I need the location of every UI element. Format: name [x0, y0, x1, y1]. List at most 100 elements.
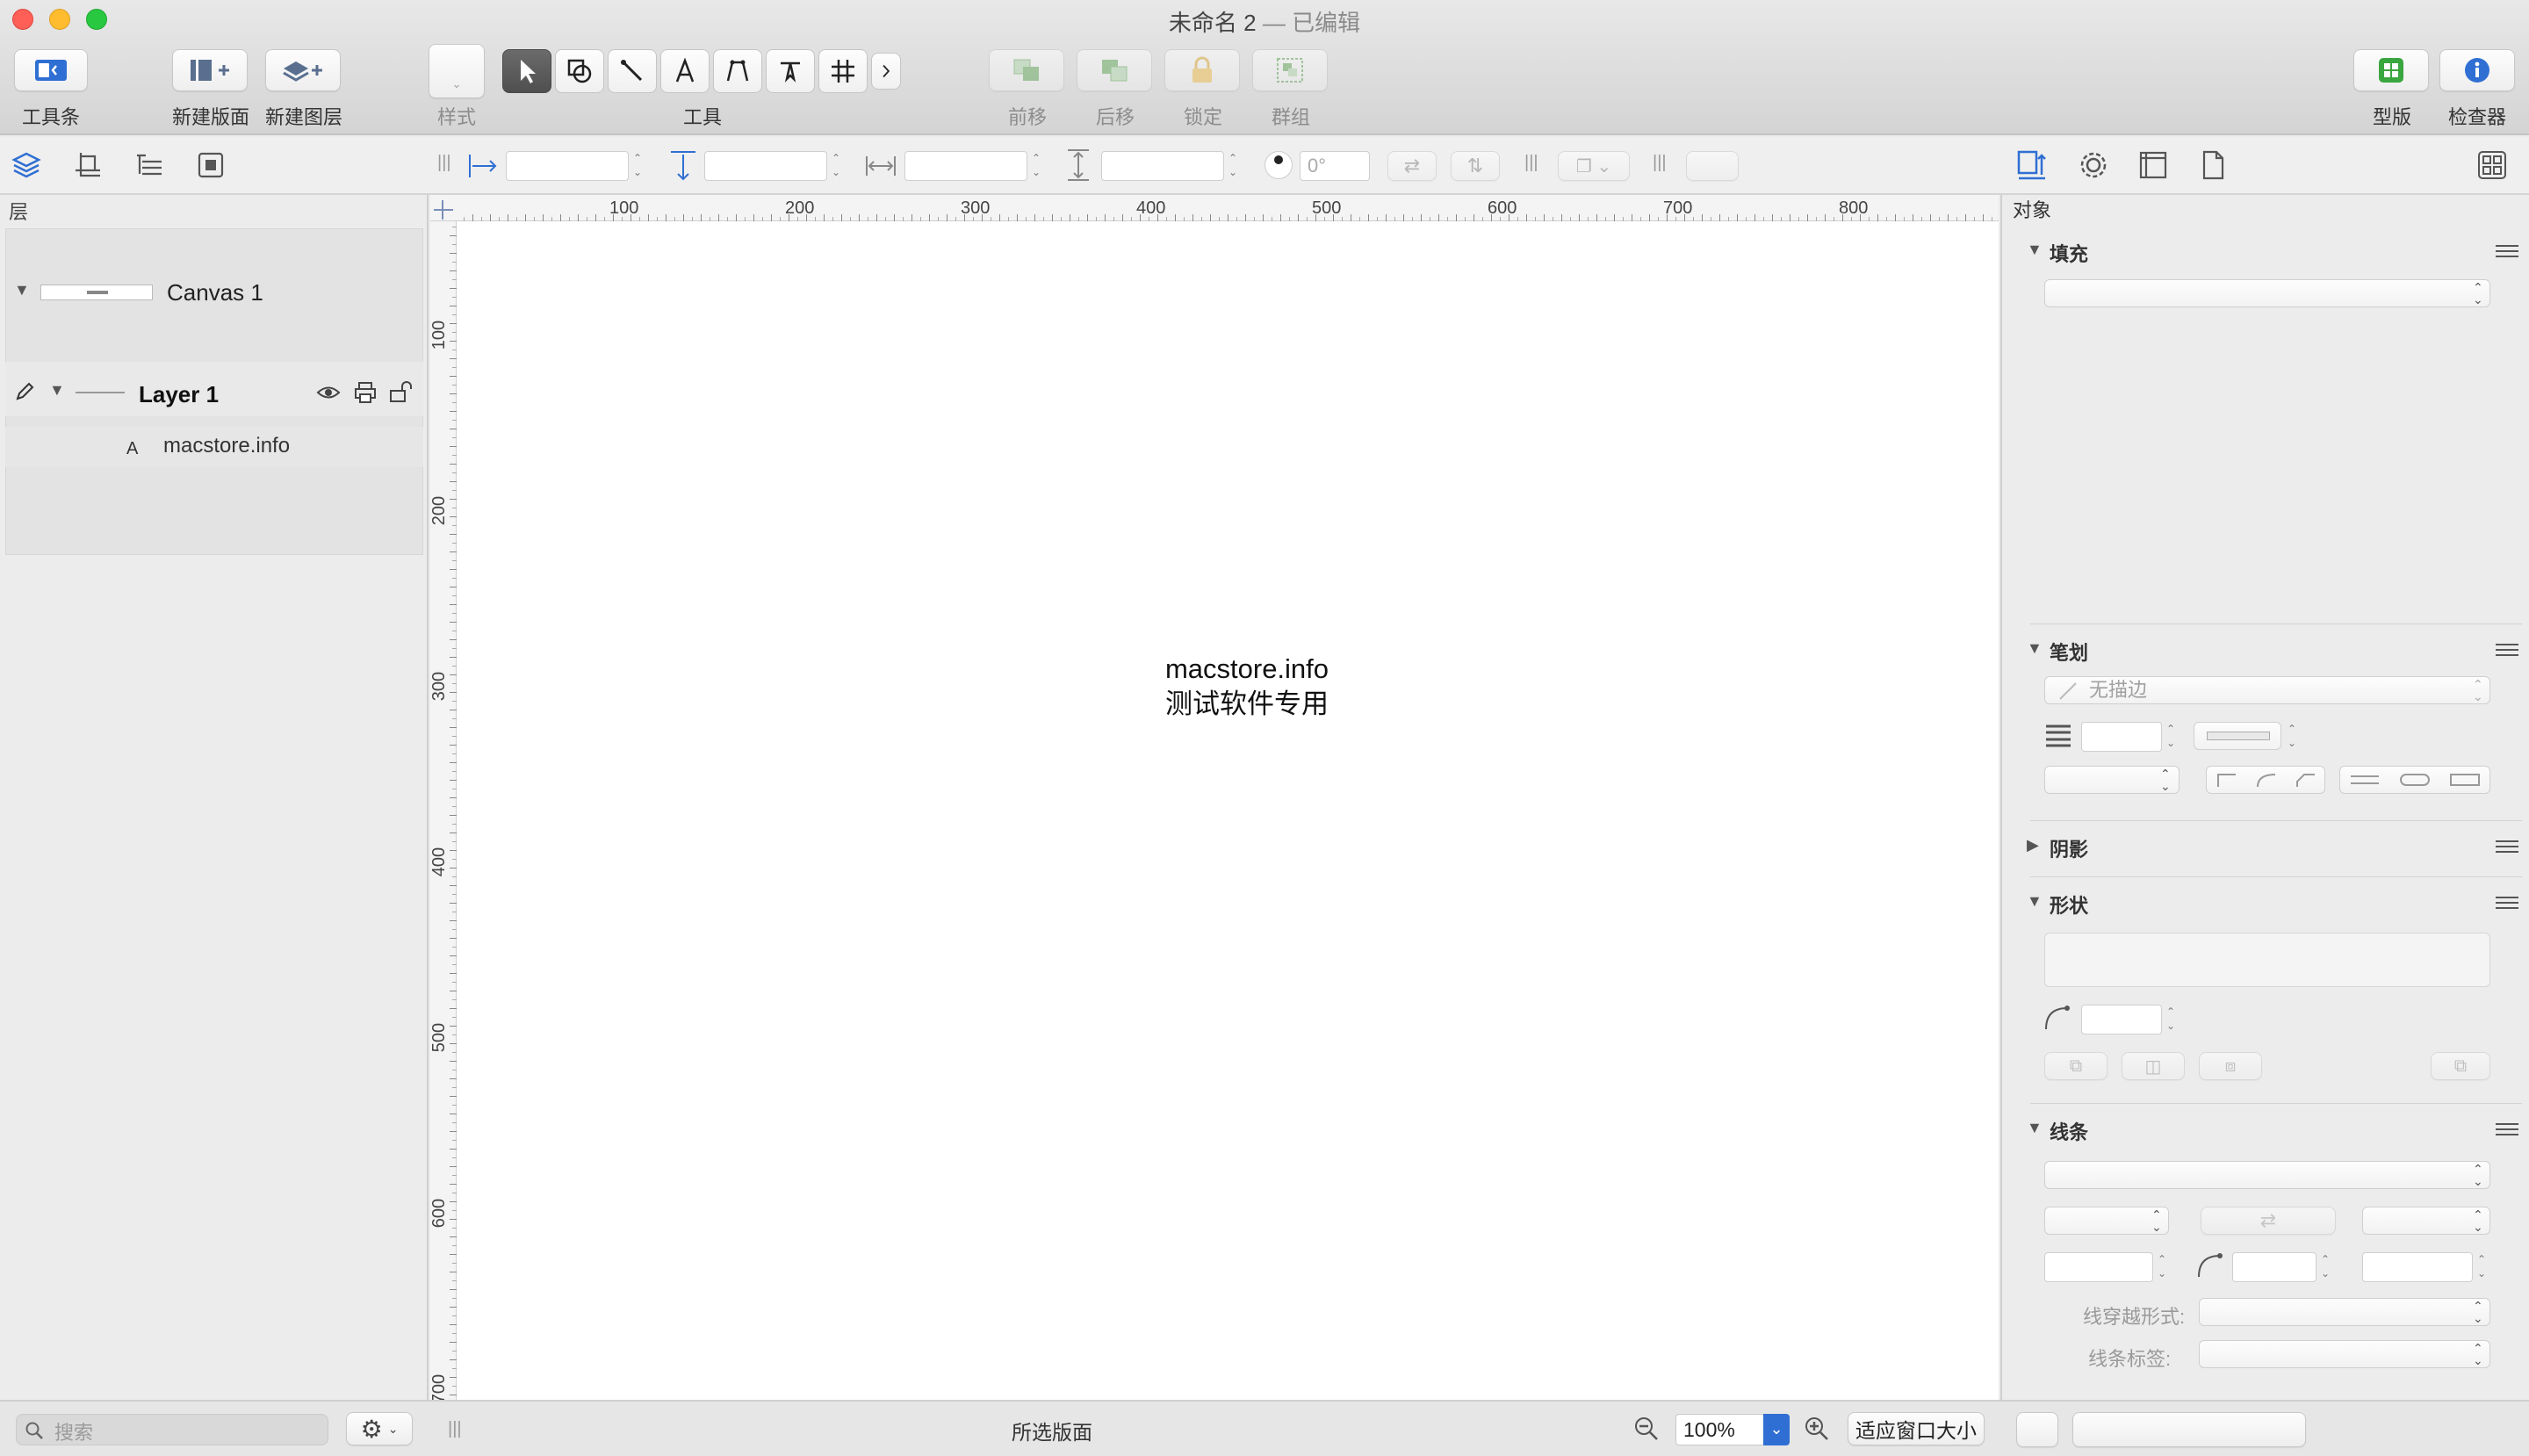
corner-bevel-icon[interactable]	[2294, 771, 2316, 789]
corner-radius-field[interactable]	[2081, 1005, 2162, 1034]
shape-disclosure-icon[interactable]: ▼	[2027, 892, 2043, 911]
grid-tool-button[interactable]	[818, 49, 868, 93]
bring-forward-button[interactable]	[989, 49, 1064, 91]
layers-tab[interactable]	[9, 148, 44, 183]
cap-round-icon[interactable]	[2399, 771, 2431, 789]
width-field[interactable]	[904, 151, 1027, 181]
canvas-inspector-tab[interactable]	[2136, 148, 2171, 183]
stroke-pattern-stepper[interactable]: ⌃ ⌄	[2285, 722, 2299, 752]
selection-tab[interactable]	[193, 148, 228, 183]
shape-convert-button[interactable]: ⧉	[2431, 1052, 2490, 1080]
cap-style-group[interactable]	[2339, 766, 2490, 794]
shape-picker[interactable]	[2044, 933, 2490, 987]
swap-ends-button[interactable]: ⇄	[2201, 1207, 2336, 1235]
document-inspector-tab[interactable]	[2195, 148, 2230, 183]
send-backward-button[interactable]	[1077, 49, 1152, 91]
cap-square-icon[interactable]	[2449, 771, 2481, 789]
hamburger-menu-icon[interactable]	[2496, 244, 2518, 258]
new-layer-button[interactable]	[265, 49, 341, 91]
style-well[interactable]: ⌄	[429, 44, 485, 98]
bezier-tool-button[interactable]	[713, 49, 762, 93]
shape-subtract-button[interactable]: ◫	[2122, 1052, 2185, 1080]
shape-union-button[interactable]: ⧉	[2044, 1052, 2108, 1080]
lines-disclosure-icon[interactable]: ▼	[2027, 1119, 2043, 1137]
line-crossing-select[interactable]	[2199, 1298, 2490, 1326]
hamburger-menu-icon[interactable]	[2496, 1122, 2518, 1136]
canvas-text-object[interactable]: macstore.info 测试软件专用	[1027, 652, 1466, 722]
head-scale-field[interactable]	[2044, 1252, 2153, 1282]
cap-butt-icon[interactable]	[2349, 771, 2381, 789]
pen-tool-button[interactable]	[766, 49, 815, 93]
x-stepper[interactable]: ⌃ ⌄	[630, 151, 645, 181]
lock-button[interactable]	[1164, 49, 1240, 91]
fill-disclosure-icon[interactable]: ▼	[2027, 241, 2043, 259]
height-field[interactable]	[1101, 151, 1224, 181]
disclosure-triangle-icon[interactable]: ▼	[14, 281, 30, 299]
corner-round-icon[interactable]	[2254, 771, 2277, 789]
y-stepper[interactable]: ⌃ ⌄	[829, 151, 843, 181]
zoom-level-field[interactable]: 100%	[1675, 1414, 1769, 1445]
hamburger-menu-icon[interactable]	[2496, 896, 2518, 910]
stroke-pattern-select[interactable]	[2194, 722, 2281, 750]
zoom-in-icon[interactable]	[1804, 1416, 1830, 1442]
toolbar-toggle-button[interactable]	[14, 49, 88, 91]
selection-tool-button[interactable]	[502, 49, 551, 93]
corner-style-group[interactable]	[2206, 766, 2325, 794]
inspector-options-button[interactable]	[2475, 148, 2510, 183]
tail-scale-stepper[interactable]: ⌃ ⌄	[2475, 1252, 2489, 1282]
hamburger-menu-icon[interactable]	[2496, 643, 2518, 657]
flip-horizontal-button[interactable]: ⇄	[1387, 151, 1437, 181]
corner-radius-stepper[interactable]: ⌃ ⌄	[2164, 1005, 2178, 1034]
layer-name[interactable]: Layer 1	[139, 381, 219, 408]
canvas-name[interactable]: Canvas 1	[167, 279, 263, 306]
inspector-button[interactable]	[2439, 49, 2515, 91]
inspector-color-well[interactable]	[2016, 1412, 2058, 1447]
line-radius-field[interactable]	[2232, 1252, 2316, 1282]
stroke-disclosure-icon[interactable]: ▼	[2027, 639, 2043, 658]
height-stepper[interactable]: ⌃ ⌄	[1226, 151, 1240, 181]
sidebar-action-menu[interactable]: ⚙ ⌄	[346, 1412, 413, 1445]
canvases-tab[interactable]	[70, 148, 105, 183]
printer-icon[interactable]	[353, 381, 378, 404]
line-head-select[interactable]	[2044, 1207, 2169, 1235]
stroke-width-stepper[interactable]: ⌃ ⌄	[2164, 722, 2178, 752]
corner-square-icon[interactable]	[2215, 771, 2237, 789]
color-well[interactable]	[1686, 151, 1739, 181]
shape-intersect-button[interactable]: ⧈	[2199, 1052, 2262, 1080]
fill-type-select[interactable]	[2044, 279, 2490, 307]
zoom-dropdown-button[interactable]: ⌄	[1763, 1414, 1790, 1445]
object-inspector-tab[interactable]	[2014, 148, 2050, 183]
disclosure-triangle-icon[interactable]: ▼	[49, 381, 65, 400]
width-stepper[interactable]: ⌃ ⌄	[1029, 151, 1043, 181]
more-tools-button[interactable]	[871, 53, 901, 90]
stroke-color-select[interactable]	[2044, 766, 2180, 794]
shadow-style-popup[interactable]: ❐ ⌄	[1558, 151, 1630, 181]
unlock-icon[interactable]	[388, 379, 414, 404]
group-button[interactable]	[1252, 49, 1328, 91]
tail-scale-field[interactable]	[2362, 1252, 2473, 1282]
hamburger-menu-icon[interactable]	[2496, 840, 2518, 854]
shape-tool-button[interactable]	[555, 49, 604, 93]
y-field[interactable]	[704, 151, 827, 181]
line-type-select[interactable]	[2044, 1161, 2490, 1189]
zoom-out-icon[interactable]	[1633, 1416, 1660, 1442]
x-field[interactable]	[506, 151, 629, 181]
line-tool-button[interactable]	[608, 49, 657, 93]
shadow-disclosure-icon[interactable]: ▶	[2027, 836, 2039, 854]
stroke-width-field[interactable]	[2081, 722, 2162, 752]
fit-window-button[interactable]: 适应窗口大小	[1848, 1412, 1985, 1445]
outline-tab[interactable]	[132, 148, 167, 183]
eye-visibility-icon[interactable]	[316, 383, 341, 402]
new-canvas-button[interactable]	[172, 49, 248, 91]
pencil-icon[interactable]	[14, 381, 35, 402]
line-label-select[interactable]	[2199, 1340, 2490, 1368]
properties-inspector-tab[interactable]	[2076, 148, 2111, 183]
object-name[interactable]: macstore.info	[163, 434, 290, 458]
inspector-style-field[interactable]	[2072, 1412, 2306, 1447]
head-scale-stepper[interactable]: ⌃ ⌄	[2155, 1252, 2169, 1282]
layout-button[interactable]	[2353, 49, 2429, 91]
drawing-canvas[interactable]: macstore.info 测试软件专用	[457, 221, 1999, 1400]
text-tool-button[interactable]	[660, 49, 710, 93]
line-radius-stepper[interactable]: ⌃ ⌄	[2318, 1252, 2332, 1282]
stroke-type-select[interactable]: 无描边	[2044, 676, 2490, 704]
